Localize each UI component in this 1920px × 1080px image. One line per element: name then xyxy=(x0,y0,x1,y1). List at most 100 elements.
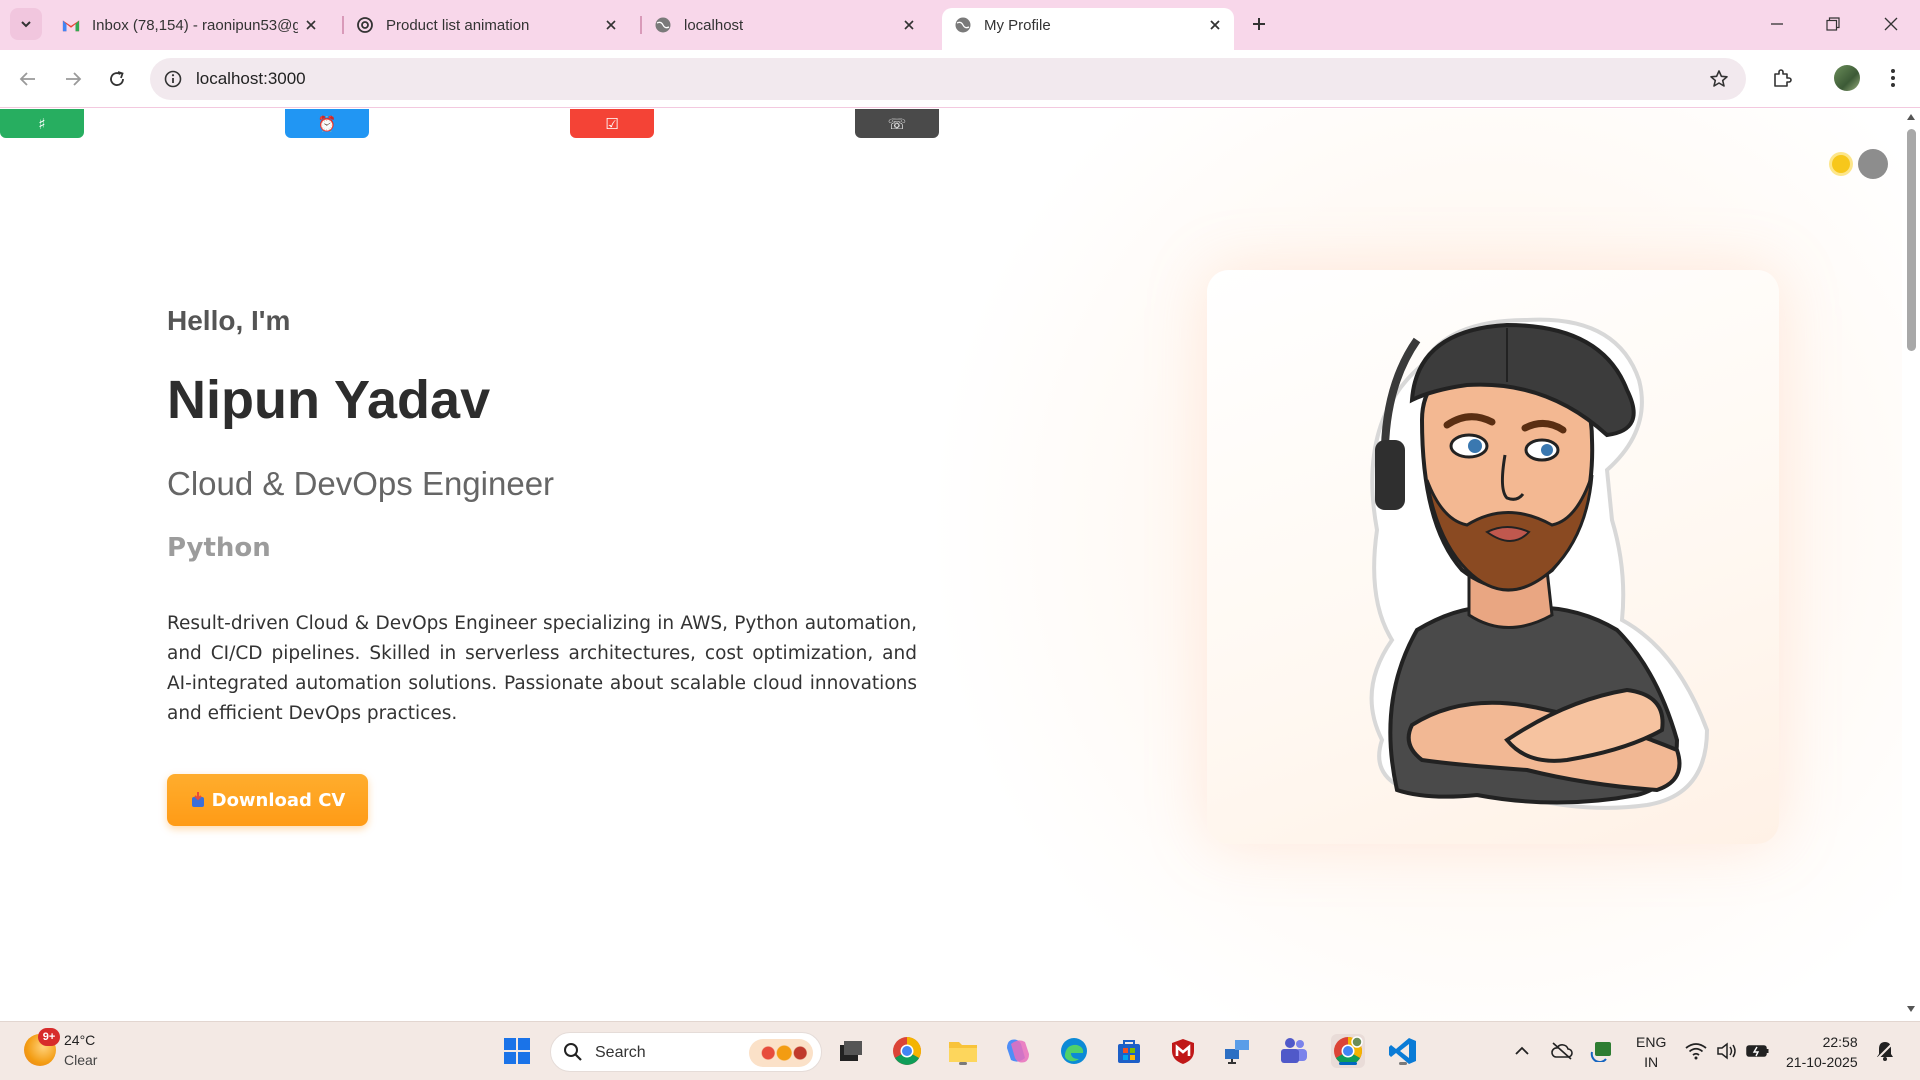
weather-condition: Clear xyxy=(64,1052,98,1068)
browser-menu-button[interactable] xyxy=(1878,63,1908,93)
tab-product-list-animation[interactable]: Product list animation xyxy=(356,8,630,42)
hero-bio: Result-driven Cloud & DevOps Engineer sp… xyxy=(167,613,917,724)
show-hidden-icons-button[interactable] xyxy=(1510,1039,1534,1063)
teams-icon xyxy=(1281,1038,1307,1063)
close-icon[interactable] xyxy=(602,16,620,34)
search-label: Search xyxy=(595,1044,646,1061)
system-clock[interactable]: 22:58 21-10-2025 xyxy=(1786,1032,1858,1072)
onedrive-offline-tray[interactable] xyxy=(1550,1039,1574,1063)
taskbar-remote-desktop[interactable] xyxy=(1221,1034,1255,1068)
reload-button[interactable] xyxy=(103,65,131,93)
tab-localhost[interactable]: localhost xyxy=(654,8,928,42)
copilot-icon xyxy=(1007,1039,1029,1063)
taskbar-file-explorer[interactable] xyxy=(946,1034,980,1068)
tab-title: Product list animation xyxy=(386,16,530,34)
arrow-right-icon xyxy=(66,72,82,86)
taskbar-copilot[interactable] xyxy=(1001,1034,1035,1068)
plus-icon xyxy=(1253,18,1265,30)
wifi-tray[interactable] xyxy=(1684,1039,1708,1063)
forward-button[interactable] xyxy=(59,65,87,93)
download-icon xyxy=(190,791,206,809)
taskbar-chrome[interactable] xyxy=(890,1034,924,1068)
close-icon[interactable] xyxy=(1206,16,1224,34)
taskbar-chrome-active[interactable] xyxy=(1331,1034,1365,1068)
avatar xyxy=(1834,65,1860,91)
notifications-button[interactable] xyxy=(1873,1039,1897,1063)
theme-toggle[interactable] xyxy=(1828,147,1890,181)
battery-tray[interactable] xyxy=(1746,1039,1770,1063)
page-viewport: ♯ ⏰ ☑ ☏ Hello, I'm Nipun Yadav Cloud & D… xyxy=(0,109,1902,1021)
tab-title: Inbox (78,154) - raonipun53@g xyxy=(92,16,298,34)
running-indicator xyxy=(1339,1062,1357,1065)
hero-name: Nipun Yadav xyxy=(167,370,491,430)
mcafee-shield-icon xyxy=(1172,1039,1194,1064)
browser-tab-strip: Inbox (78,154) - raonipun53@g Product li… xyxy=(0,0,1920,50)
edge-icon xyxy=(1061,1038,1087,1064)
minimize-button[interactable] xyxy=(1762,10,1792,38)
url-text[interactable]: localhost:3000 xyxy=(196,69,306,89)
nav-icon-phone[interactable]: ☏ xyxy=(855,109,939,138)
tab-search-dropdown-button[interactable] xyxy=(10,8,42,40)
network-computers-icon xyxy=(1225,1040,1249,1064)
weather-widget[interactable]: 9+ 24°C Clear xyxy=(24,1028,144,1074)
input-language-indicator[interactable]: ENG IN xyxy=(1636,1032,1666,1072)
scroll-down-arrow-icon[interactable] xyxy=(1906,1005,1916,1013)
chevron-up-icon xyxy=(1515,1046,1529,1055)
new-tab-button[interactable] xyxy=(1245,10,1273,38)
restore-icon xyxy=(1826,17,1840,31)
nav-icon-clock[interactable]: ⏰ xyxy=(285,109,369,138)
running-indicator xyxy=(1399,1062,1407,1065)
arrow-left-icon xyxy=(19,72,35,86)
nav-icon-checkbox[interactable]: ☑ xyxy=(570,109,654,138)
sync-icon xyxy=(1590,1042,1611,1062)
profile-button[interactable] xyxy=(1832,63,1862,93)
close-window-button[interactable] xyxy=(1876,10,1906,38)
close-icon[interactable] xyxy=(900,16,918,34)
taskbar-mcafee[interactable] xyxy=(1166,1034,1200,1068)
store-icon xyxy=(1118,1040,1140,1063)
tab-separator xyxy=(640,16,642,34)
globe-icon xyxy=(954,16,972,34)
restore-button[interactable] xyxy=(1818,10,1848,38)
back-button[interactable] xyxy=(14,65,42,93)
search-highlight-decoration xyxy=(749,1039,813,1067)
taskbar-teams[interactable] xyxy=(1276,1034,1310,1068)
notification-badge: 9+ xyxy=(38,1028,60,1046)
search-icon xyxy=(564,1043,582,1061)
chrome-icon xyxy=(893,1037,921,1065)
task-view-icon xyxy=(840,1041,862,1061)
taskbar-edge[interactable] xyxy=(1057,1034,1091,1068)
tab-title: localhost xyxy=(684,16,744,34)
folder-icon xyxy=(949,1042,977,1062)
windows-taskbar: 9+ 24°C Clear Search ENG IN 22:58 21-10-… xyxy=(0,1021,1920,1080)
nav-icon-hash[interactable]: ♯ xyxy=(0,109,84,138)
taskbar-vscode[interactable] xyxy=(1386,1034,1420,1068)
toggle-knob xyxy=(1858,149,1888,179)
kebab-menu-icon xyxy=(1891,69,1895,87)
sync-tray[interactable] xyxy=(1590,1039,1614,1063)
taskbar-store[interactable] xyxy=(1112,1034,1146,1068)
running-indicator xyxy=(959,1062,967,1065)
minimize-icon xyxy=(1771,23,1783,25)
scroll-up-arrow-icon[interactable] xyxy=(1906,113,1916,121)
speaker-icon xyxy=(1717,1042,1736,1060)
taskbar-search[interactable]: Search xyxy=(550,1032,822,1072)
globe-icon xyxy=(654,16,672,34)
download-cv-button[interactable]: Download CV xyxy=(167,774,368,826)
notification-bell-icon xyxy=(1875,1041,1895,1061)
volume-tray[interactable] xyxy=(1715,1039,1739,1063)
close-icon[interactable] xyxy=(302,16,320,34)
hero-role: Cloud & DevOps Engineer xyxy=(167,465,555,502)
start-button[interactable] xyxy=(500,1034,534,1068)
page-scrollbar[interactable] xyxy=(1902,109,1920,1021)
site-info-icon[interactable] xyxy=(162,68,184,90)
extensions-button[interactable] xyxy=(1767,63,1797,93)
scrollbar-thumb[interactable] xyxy=(1907,129,1916,351)
task-view-button[interactable] xyxy=(834,1034,868,1068)
bookmark-star-icon[interactable] xyxy=(1708,68,1730,90)
openai-icon xyxy=(356,16,374,34)
address-bar[interactable]: localhost:3000 xyxy=(150,58,1746,100)
wifi-icon xyxy=(1685,1043,1707,1060)
tab-inbox[interactable]: Inbox (78,154) - raonipun53@g xyxy=(58,8,330,42)
tab-my-profile[interactable]: My Profile xyxy=(942,8,1234,50)
